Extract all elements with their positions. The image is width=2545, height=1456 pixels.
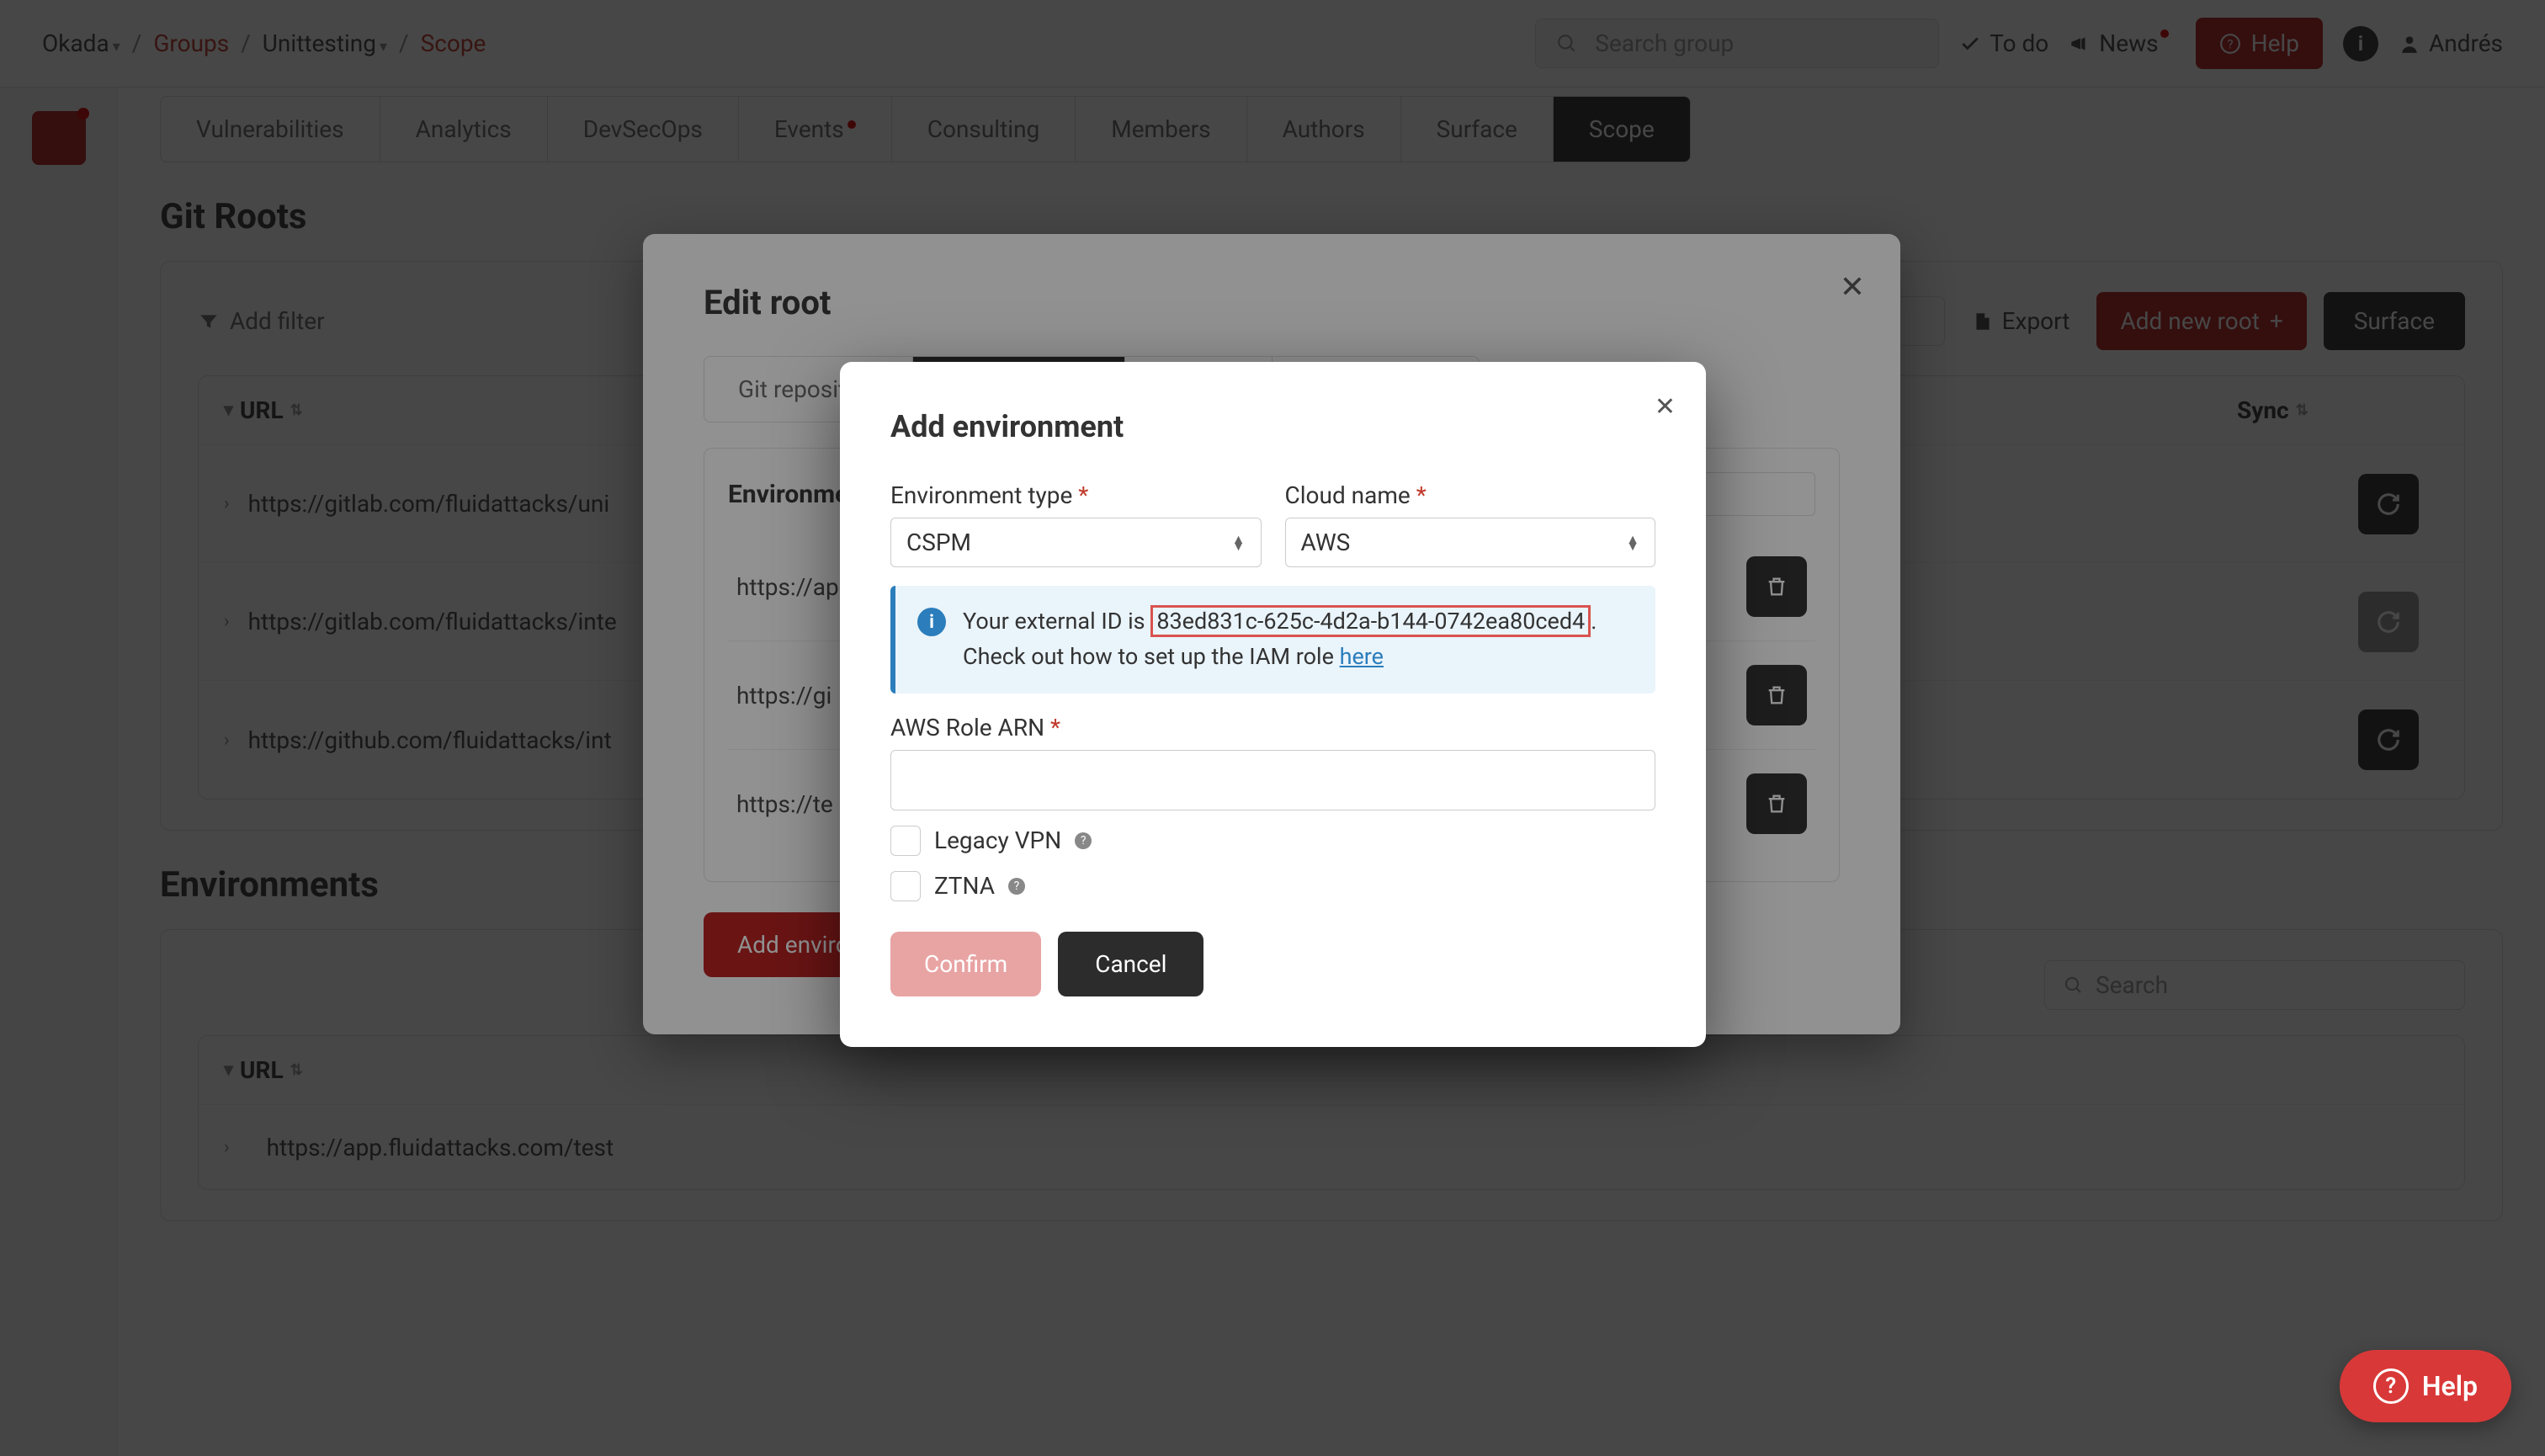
help-icon: ?: [2373, 1368, 2409, 1404]
modal-title: Add environment: [890, 409, 1655, 444]
ztna-checkbox[interactable]: [890, 871, 921, 901]
info-icon: i: [917, 608, 946, 636]
env-type-label: Environment type *: [890, 481, 1262, 509]
external-id-info: i Your external ID is 83ed831c-625c-4d2a…: [890, 586, 1655, 693]
arn-input[interactable]: [890, 750, 1655, 810]
cloud-name-label: Cloud name *: [1285, 481, 1656, 509]
external-id-value: 83ed831c-625c-4d2a-b144-0742ea80ced4: [1150, 605, 1591, 637]
tooltip-icon[interactable]: ?: [1008, 878, 1025, 895]
iam-role-link[interactable]: here: [1340, 643, 1384, 670]
cancel-button[interactable]: Cancel: [1058, 932, 1203, 996]
cloud-name-select[interactable]: AWS ▲▼: [1285, 518, 1656, 567]
select-arrows-icon: ▲▼: [1626, 536, 1639, 550]
legacy-vpn-label: Legacy VPN: [934, 826, 1061, 854]
tooltip-icon[interactable]: ?: [1075, 832, 1092, 849]
env-type-select[interactable]: CSPM ▲▼: [890, 518, 1262, 567]
add-environment-modal: ✕ Add environment Environment type * CSP…: [840, 362, 1706, 1047]
close-button[interactable]: ✕: [1655, 392, 1676, 422]
arn-label: AWS Role ARN *: [890, 714, 1655, 741]
ztna-label: ZTNA: [934, 872, 995, 900]
confirm-button[interactable]: Confirm: [890, 932, 1041, 996]
floating-help-button[interactable]: ? Help: [2340, 1350, 2511, 1422]
select-arrows-icon: ▲▼: [1232, 536, 1246, 550]
legacy-vpn-checkbox[interactable]: [890, 826, 921, 856]
